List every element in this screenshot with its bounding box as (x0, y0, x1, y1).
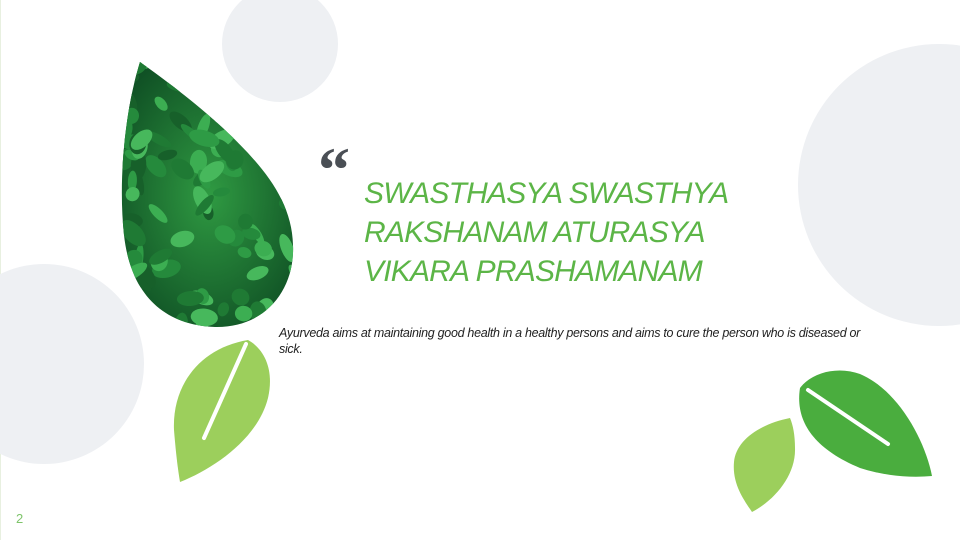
foliage-leaf (121, 289, 139, 311)
foliage-leaf (292, 66, 308, 96)
foliage-leaf (121, 255, 126, 277)
foliage-leaf (292, 295, 294, 312)
foliage-leaf (289, 136, 294, 159)
foliage-leaf (121, 303, 139, 322)
foliage-leaf (248, 70, 270, 82)
foliage-leaf (212, 96, 233, 121)
foliage-leaf (291, 99, 309, 115)
foliage-leaf (189, 64, 208, 94)
sanskrit-quote: SWASTHASYA SWASTHYA RAKSHANAM ATURASYA V… (364, 174, 794, 291)
quote-mark: “ (318, 134, 350, 205)
leaf-icon (799, 370, 932, 477)
quote-line: VIKARA PRASHAMANAM (364, 255, 703, 288)
foliage-leaf (121, 317, 126, 328)
quote-description: Ayurveda aims at maintaining good health… (279, 326, 861, 356)
foliage-leaf (279, 124, 292, 138)
foliage-leaf (291, 215, 294, 236)
foliage-leaf (259, 142, 274, 161)
foliage-leaf (121, 99, 129, 118)
foliage-leaf (170, 62, 186, 74)
foliage-leaf (284, 128, 294, 155)
leaf-icon (733, 418, 796, 512)
foliage-leaf (286, 62, 294, 66)
foliage-leaf (229, 71, 239, 93)
foliage-leaf (251, 125, 277, 144)
page-number: 2 (16, 511, 24, 526)
foliage-leaf (233, 84, 259, 105)
foliage-leaf (274, 147, 293, 159)
foliage-leaf (262, 100, 283, 114)
foliage-leaf (288, 264, 294, 291)
leaf-photo-icon (107, 62, 309, 328)
leaf-icon (173, 340, 270, 482)
slide: “ SWASTHASYA SWASTHYA RAKSHANAM ATURASYA… (0, 0, 960, 540)
foliage-leaf (258, 86, 276, 104)
foliage-leaf (290, 193, 294, 206)
foliage-leaf (251, 105, 268, 126)
foliage-leaf (246, 138, 260, 154)
quote-line: RAKSHANAM ATURASYA (364, 216, 705, 249)
foliage-leaf (121, 264, 128, 284)
foliage-leaf (199, 65, 219, 79)
quote-line: SWASTHASYA SWASTHYA (364, 177, 729, 210)
foliage-leaf (232, 68, 248, 90)
foliage-leaf (107, 180, 122, 204)
foliage-leaf (194, 75, 208, 90)
foliage-leaf (236, 96, 251, 113)
foliage-leaf (279, 76, 293, 97)
foliage-leaf (125, 297, 151, 313)
